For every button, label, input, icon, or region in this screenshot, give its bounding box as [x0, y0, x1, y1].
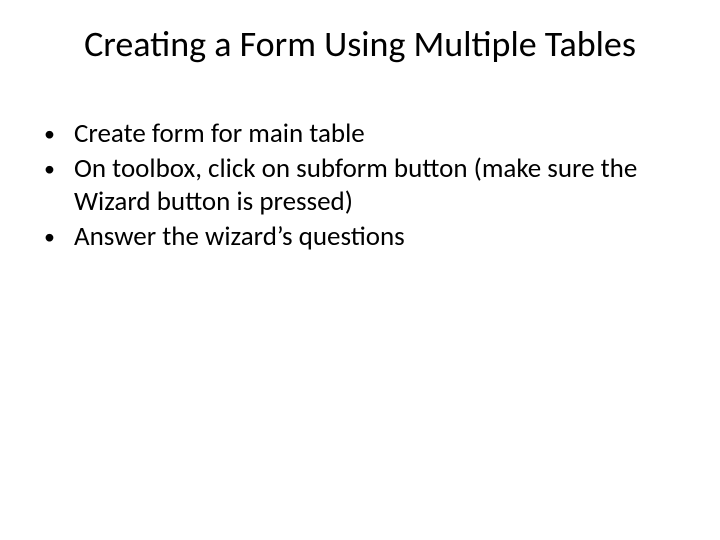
slide-title: Creating a Form Using Multiple Tables	[0, 22, 720, 66]
slide: Creating a Form Using Multiple Tables • …	[0, 0, 720, 540]
list-item: • Create form for main table	[40, 118, 680, 151]
bullet-icon: •	[40, 118, 74, 150]
bullet-text: On toolbox, click on subform button (mak…	[74, 153, 680, 219]
slide-body: • Create form for main table • On toolbo…	[40, 118, 680, 256]
list-item: • Answer the wizard’s questions	[40, 221, 680, 254]
bullet-icon: •	[40, 153, 74, 185]
bullet-text: Answer the wizard’s questions	[74, 221, 680, 254]
bullet-icon: •	[40, 221, 74, 253]
list-item: • On toolbox, click on subform button (m…	[40, 153, 680, 219]
bullet-text: Create form for main table	[74, 118, 680, 151]
